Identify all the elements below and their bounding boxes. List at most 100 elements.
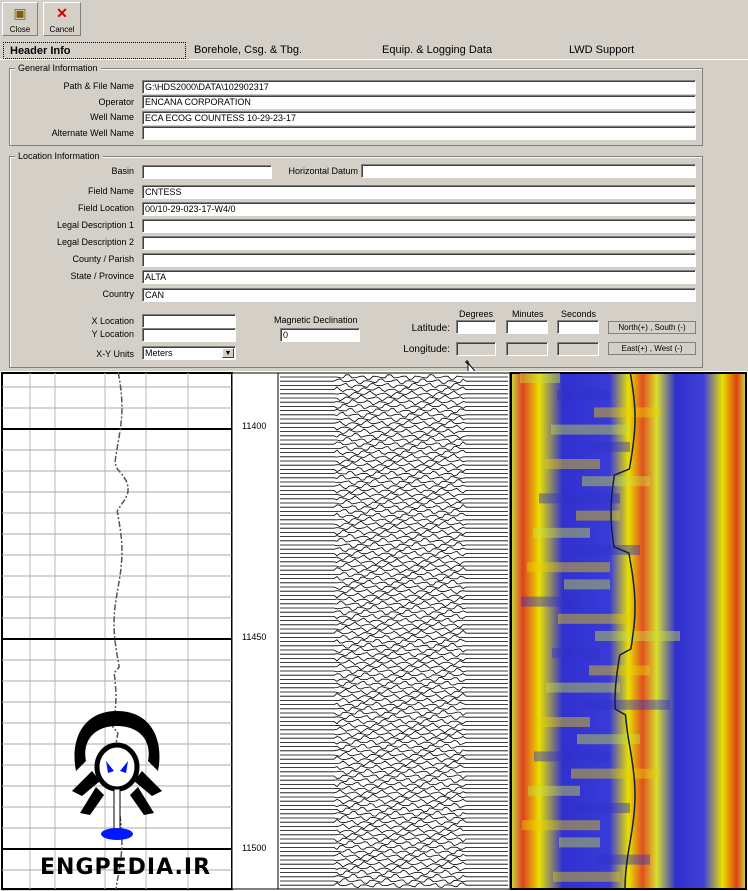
- degrees-label: Degrees: [459, 309, 494, 319]
- alt-well-name-label: Alternate Well Name: [51, 128, 134, 138]
- path-label: Path & File Name: [63, 81, 134, 91]
- mag-decl-label: Magnetic Declination: [274, 315, 358, 325]
- toolbar: ▣ Close ✕ Cancel: [0, 0, 748, 38]
- path-field[interactable]: G:\HDS2000\DATA\102902317: [142, 80, 696, 94]
- mag-decl-field[interactable]: 0: [280, 328, 360, 342]
- lat-seconds-field[interactable]: [557, 320, 599, 334]
- north-south-hint: North(+) , South (-): [608, 321, 696, 334]
- tab-label: Header Info: [10, 45, 71, 57]
- image-patch: [522, 820, 600, 831]
- y-location-field[interactable]: [142, 328, 236, 342]
- lat-degrees-field[interactable]: [456, 320, 496, 334]
- xy-units-label: X-Y Units: [96, 349, 134, 359]
- operator-label: Operator: [98, 97, 134, 107]
- state-label: State / Province: [70, 271, 134, 281]
- lon-seconds-field[interactable]: [557, 342, 599, 356]
- field-name-label: Field Name: [87, 186, 134, 196]
- x-location-field[interactable]: [142, 314, 236, 328]
- image-patch: [595, 631, 680, 641]
- close-button[interactable]: ▣ Close: [2, 2, 38, 36]
- county-label: County / Parish: [72, 254, 134, 264]
- basin-label: Basin: [111, 166, 134, 176]
- image-patch: [534, 751, 610, 762]
- y-location-label: Y Location: [91, 329, 134, 339]
- field-location-label: Field Location: [77, 203, 134, 213]
- tab-equipment[interactable]: Equip. & Logging Data: [376, 42, 560, 59]
- legal-desc-2-label: Legal Description 2: [56, 237, 134, 247]
- tab-borehole[interactable]: Borehole, Csg. & Tbg.: [188, 42, 374, 59]
- legal-desc-1-field[interactable]: [142, 219, 696, 233]
- image-patch: [528, 785, 580, 796]
- depth-label-11450: 11450: [242, 632, 266, 642]
- dropdown-arrow-icon[interactable]: ▼: [222, 348, 234, 358]
- field-location-field[interactable]: 00/10-29-023-17-W4/0: [142, 202, 696, 216]
- image-patch: [582, 476, 650, 487]
- image-patch: [552, 648, 600, 659]
- country-field[interactable]: CAN: [142, 288, 696, 302]
- lat-minutes-field[interactable]: [506, 320, 548, 334]
- tab-label: LWD Support: [569, 44, 635, 56]
- lon-minutes-field[interactable]: [506, 342, 548, 356]
- horizontal-datum-field[interactable]: [361, 164, 696, 178]
- image-patch: [533, 527, 590, 538]
- image-patch: [546, 682, 620, 693]
- image-patch: [577, 734, 640, 745]
- tab-label: Equip. & Logging Data: [382, 44, 493, 56]
- log-display: 11400 11450 11500 ENGPEDIA.IR: [0, 371, 748, 891]
- watermark-text: ENGPEDIA.IR: [40, 855, 212, 880]
- country-label: Country: [102, 289, 134, 299]
- image-patch: [583, 699, 670, 710]
- state-field[interactable]: ALTA: [142, 270, 696, 284]
- red-x-icon: ✕: [56, 5, 68, 21]
- lon-degrees-field[interactable]: [456, 342, 496, 356]
- well-name-field[interactable]: ECA ECOG COUNTESS 10-29-23-17: [142, 111, 696, 125]
- depth-label-11400: 11400: [242, 421, 266, 431]
- x-location-label: X Location: [91, 316, 134, 326]
- image-patch: [539, 493, 620, 504]
- image-patch: [521, 596, 580, 607]
- image-patch: [564, 579, 610, 590]
- image-patch: [558, 613, 630, 624]
- cancel-button[interactable]: ✕ Cancel: [43, 2, 81, 36]
- image-patch: [576, 510, 620, 521]
- latitude-label: Latitude:: [411, 323, 450, 334]
- image-patch: [596, 854, 650, 865]
- tab-label: Borehole, Csg. & Tbg.: [194, 44, 303, 56]
- xy-units-select[interactable]: Meters ▼: [142, 346, 236, 360]
- image-patch: [527, 562, 610, 573]
- operator-field[interactable]: ENCANA CORPORATION: [142, 95, 696, 109]
- tab-lwd-support[interactable]: LWD Support: [563, 42, 743, 59]
- alt-well-name-field[interactable]: [142, 126, 696, 140]
- depth-track: [231, 372, 279, 890]
- basin-field[interactable]: [142, 165, 272, 179]
- depth-label-11500: 11500: [242, 843, 266, 853]
- image-patch: [551, 424, 630, 435]
- seconds-label: Seconds: [561, 309, 597, 319]
- image-patch: [557, 390, 610, 401]
- image-patch: [589, 665, 650, 676]
- county-field[interactable]: [142, 253, 696, 267]
- well-name-label: Well Name: [90, 112, 134, 122]
- legal-desc-1-label: Legal Description 1: [56, 220, 134, 230]
- image-patch: [588, 441, 630, 452]
- image-patch: [553, 871, 620, 882]
- tab-header-info[interactable]: Header Info: [3, 42, 186, 59]
- tab-divider: [0, 59, 748, 60]
- image-patch: [559, 837, 600, 848]
- image-patch: [520, 373, 560, 383]
- image-patch: [571, 768, 660, 779]
- general-info-title: General Information: [15, 63, 101, 73]
- field-name-field[interactable]: CNTESS: [142, 185, 696, 199]
- xy-units-value: Meters: [145, 348, 173, 358]
- location-info-title: Location Information: [15, 151, 103, 161]
- horizontal-datum-label: Horizontal Datum: [288, 166, 358, 176]
- longitude-label: Longitude:: [403, 344, 450, 355]
- door-icon: ▣: [13, 5, 27, 21]
- image-patch: [565, 803, 630, 813]
- minutes-label: Minutes: [512, 309, 544, 319]
- image-patch: [594, 407, 660, 418]
- engpedia-logo: [72, 711, 162, 840]
- legal-desc-2-field[interactable]: [142, 236, 696, 250]
- image-patch: [545, 459, 600, 469]
- east-west-hint: East(+) , West (-): [608, 342, 696, 355]
